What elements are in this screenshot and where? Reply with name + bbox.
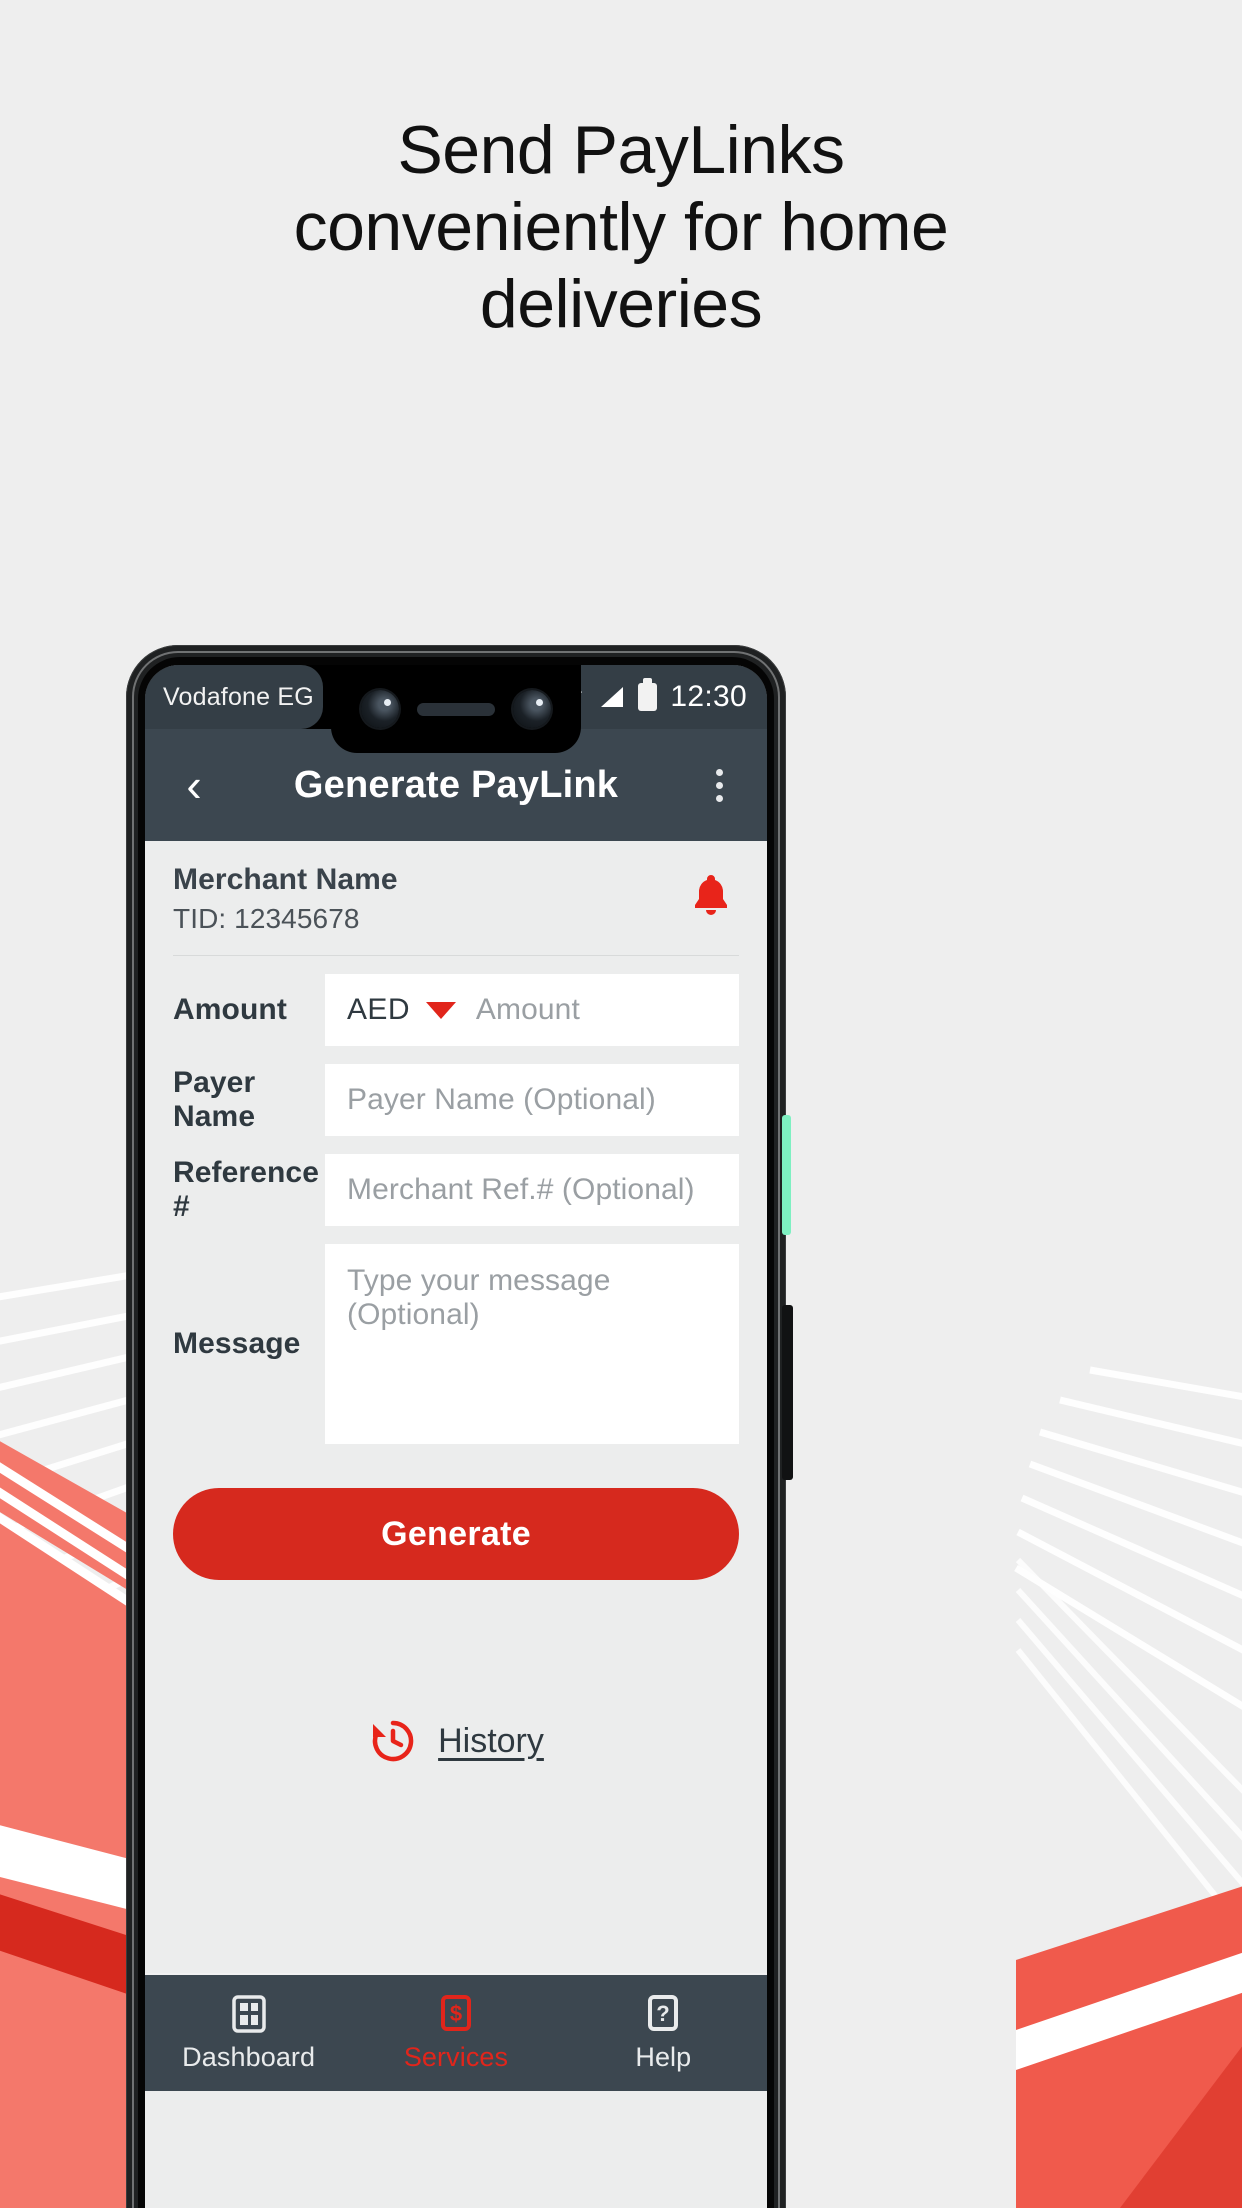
notification-button[interactable] — [689, 863, 739, 924]
history-link[interactable]: History — [145, 1716, 767, 1766]
field-row-amount: Amount AED Amount — [145, 974, 767, 1046]
amount-input[interactable]: Amount — [476, 993, 580, 1027]
display-notch — [331, 665, 581, 753]
reference-placeholder: Merchant Ref.# (Optional) — [347, 1173, 695, 1206]
promo-headline: Send PayLinks conveniently for home deli… — [0, 112, 1242, 342]
nav-label-services: Services — [403, 2041, 509, 2072]
headline-line-2: conveniently for home — [293, 188, 949, 265]
restore-clock-icon — [372, 1720, 414, 1762]
history-label: History — [438, 1721, 544, 1760]
merchant-tid: TID: 12345678 — [173, 903, 360, 934]
section-divider — [173, 955, 739, 956]
field-row-payer-name: Payer Name Payer Name (Optional) — [145, 1064, 767, 1136]
field-row-reference: Reference # Merchant Ref.# (Optional) — [145, 1154, 767, 1226]
merchant-info-block: Merchant Name TID: 12345678 — [145, 841, 767, 951]
nav-item-services[interactable]: $ Services — [352, 1994, 559, 2073]
chevron-left-icon[interactable]: ‹ — [171, 762, 217, 808]
message-placeholder: Type your message (Optional) — [347, 1264, 611, 1331]
overflow-menu-icon[interactable] — [697, 763, 741, 807]
dollar-box-icon: $ — [440, 1994, 471, 2031]
cellular-signal-icon — [601, 687, 624, 707]
headline-line-1: Send PayLinks — [397, 112, 845, 188]
status-bar: Vodafone EG 12:30 — [145, 665, 767, 753]
question-box-icon: ? — [648, 1994, 679, 2031]
phone-screen: Vodafone EG 12:30 ‹ Generate PayLink Mer… — [145, 665, 767, 2208]
field-label-message: Message — [173, 1327, 301, 1360]
nav-item-dashboard[interactable]: Dashboard — [145, 1994, 352, 2073]
svg-text:?: ? — [657, 2001, 670, 2026]
headline-line-3: deliveries — [479, 265, 763, 342]
earpiece-speaker — [417, 702, 495, 716]
merchant-text: Merchant Name TID: 12345678 — [173, 863, 398, 935]
phone-mockup: Vodafone EG 12:30 ‹ Generate PayLink Mer… — [126, 645, 793, 2208]
front-camera-secondary-icon — [513, 690, 551, 728]
volume-button[interactable] — [782, 1115, 791, 1235]
carrier-label: Vodafone EG — [163, 682, 314, 711]
clock-label: 12:30 — [670, 680, 747, 713]
field-label-amount: Amount — [173, 993, 287, 1026]
field-label-payer-name: Payer Name — [173, 1066, 256, 1133]
amount-input-group[interactable]: AED Amount — [325, 974, 739, 1046]
submit-area: Generate — [145, 1444, 767, 1580]
message-input[interactable]: Type your message (Optional) — [325, 1244, 739, 1444]
nav-label-dashboard: Dashboard — [182, 2041, 316, 2072]
dashboard-grid-icon — [231, 1994, 266, 2033]
chevron-down-icon[interactable] — [425, 1001, 456, 1019]
nav-label-help: Help — [635, 2041, 692, 2072]
bell-icon — [695, 875, 727, 915]
screen-content: Merchant Name TID: 12345678 Amount AED A… — [145, 841, 767, 2091]
power-button[interactable] — [782, 1305, 793, 1480]
merchant-name: Merchant Name — [173, 863, 398, 896]
field-label-reference: Reference # — [173, 1156, 319, 1223]
nav-item-help[interactable]: ? Help — [560, 1994, 767, 2073]
svg-text:$: $ — [450, 2001, 462, 2026]
field-row-message: Message Type your message (Optional) — [145, 1244, 767, 1444]
reference-input[interactable]: Merchant Ref.# (Optional) — [325, 1154, 739, 1226]
page-title: Generate PayLink — [293, 763, 619, 806]
bottom-navigation: Dashboard $ Services ? Help — [145, 1973, 767, 2091]
generate-button[interactable]: Generate — [173, 1488, 739, 1580]
currency-value[interactable]: AED — [347, 993, 410, 1027]
payer-name-placeholder: Payer Name (Optional) — [347, 1083, 656, 1116]
battery-icon — [638, 678, 658, 711]
front-camera-icon — [361, 690, 399, 728]
payer-name-input[interactable]: Payer Name (Optional) — [325, 1064, 739, 1136]
